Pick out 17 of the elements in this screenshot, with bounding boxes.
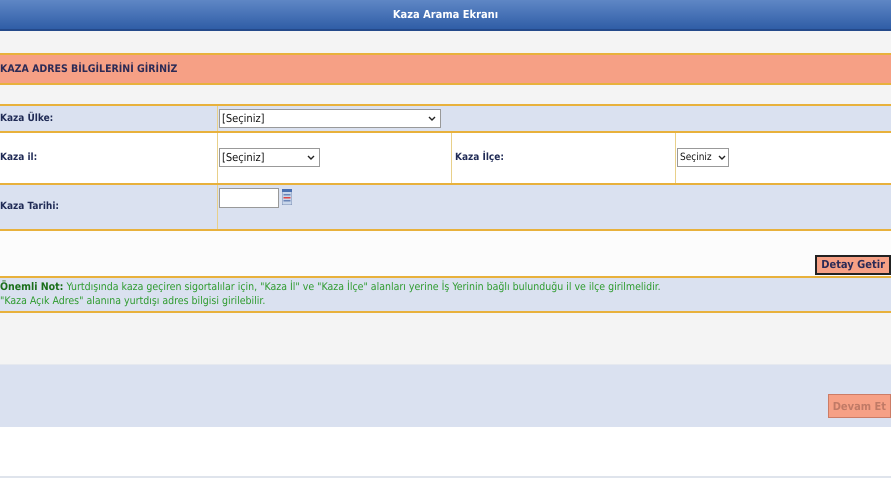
field-label: Kaza il:: [0, 152, 38, 164]
chevron-icon: [718, 155, 726, 160]
note-text: Önemli Not: Yurtdışında kaza geçiren sigortalılar için, "Kaza İl" ve "Kaza İlçe" alanları yerine İş Yerinin bağlı bulunduğu il ve ilçe girilmelidir.: [0, 280, 662, 294]
field-label: Kaza Ülke:: [0, 112, 54, 124]
province-select[interactable]: [Seçiniz]: [219, 148, 320, 168]
field-label: Kaza İlçe:: [455, 152, 504, 164]
district-select[interactable]: Seçiniz: [677, 148, 729, 168]
section-title: KAZA ADRES BİLGİLERİNİ GİRİNİZ: [0, 62, 178, 75]
chevron-icon: [307, 155, 315, 160]
calendar-icon[interactable]: [282, 188, 292, 205]
country-select[interactable]: [Seçiniz]: [219, 108, 441, 128]
note-text: "Kaza Açık Adres" alanına yurtdışı adres bilgisi girilebilir.: [0, 294, 266, 308]
field-label: Kaza Tarihi:: [0, 201, 59, 212]
detail-button[interactable]: Detay Getir: [815, 254, 891, 275]
chevron-icon: [428, 116, 436, 121]
window-title: Kaza Arama Ekranı: [392, 8, 498, 22]
date-input[interactable]: [219, 188, 279, 208]
